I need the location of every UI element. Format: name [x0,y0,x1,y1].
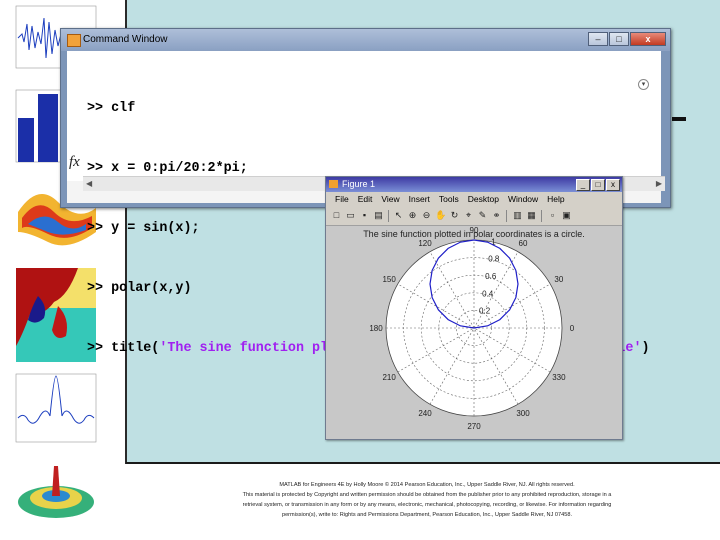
command-window-title: Command Window [83,34,168,45]
prompt: >> [87,341,104,356]
footer-line: MATLAB for Engineers 4E by Holly Moore ©… [279,482,575,488]
figure-menubar: File Edit View Insert Tools Desktop Window Help [326,192,622,207]
datacursor-icon[interactable]: ⌖ [463,210,474,221]
copyright-footer: MATLAB for Engineers 4E by Holly Moore ©… [193,480,661,520]
maximize-button[interactable]: □ [609,32,629,46]
zoom-in-icon[interactable]: ⊕ [407,210,418,221]
polar-angle-label: 300 [516,409,530,418]
figure-icon [329,180,338,188]
sinc-function-thumbnail [15,373,97,443]
print-icon[interactable]: ▤ [373,210,384,221]
menu-window[interactable]: Window [508,194,538,204]
command-code: polar(x,y) [111,281,192,296]
toolbar-separator [506,210,507,222]
command-code-suffix: ) [641,341,650,356]
polar-angle-label: 240 [418,409,432,418]
toolbar-separator [388,210,389,222]
close-button[interactable]: x [606,179,620,191]
prompt: >> [87,221,104,236]
scroll-right-icon[interactable]: ▶ [656,179,662,188]
footer-line: retrieval system, or transmission in any… [242,502,612,508]
title-underline-fragment [672,117,686,121]
command-line: >> clf [87,99,650,119]
save-icon[interactable]: ▪ [359,210,370,221]
function-browser-icon[interactable]: fx [69,154,80,171]
maximize-button[interactable]: □ [591,179,605,191]
link-icon[interactable]: ⚭ [491,210,502,221]
hide-tools-icon[interactable]: ▫ [547,210,558,221]
show-tools-icon[interactable]: ▣ [561,210,572,221]
polar-angle-label: 270 [467,422,481,431]
menu-file[interactable]: File [335,194,349,204]
polar-angle-label: 30 [554,275,563,284]
toolbar-separator [541,210,542,222]
pan-icon[interactable]: ✋ [435,210,446,221]
polar-angle-label: 150 [382,275,396,284]
menu-edit[interactable]: Edit [358,194,373,204]
polar-radial-label: 0.2 [479,307,491,316]
command-code: x = 0:pi/20:2*pi; [111,161,248,176]
brush-icon[interactable]: ✎ [477,210,488,221]
polar-radial-label: 0.8 [488,255,500,264]
command-window-body[interactable]: ▾ >> clf >> x = 0:pi/20:2*pi; >> y = sin… [67,51,661,356]
command-code: clf [111,101,136,116]
colorbar-icon[interactable]: ▥ [512,210,523,221]
prompt: >> [87,281,104,296]
prompt: >> [87,101,104,116]
menu-insert[interactable]: Insert [409,194,430,204]
polar-angle-label: 120 [418,239,432,248]
open-icon[interactable]: ▭ [345,210,356,221]
figure-canvas[interactable]: The sine function plotted in polar coord… [326,226,622,439]
figure-title: Figure 1 [342,179,376,189]
fractal-image-thumbnail [16,268,96,362]
footer-line: permission(s), write to: Rights and Perm… [281,512,573,518]
menu-view[interactable]: View [381,194,399,204]
command-code: y = sin(x); [111,221,200,236]
figure-toolbar: □ ▭ ▪ ▤ ↖ ⊕ ⊖ ✋ ↻ ⌖ ✎ ⚭ ▥ ▦ ▫ ▣ [326,207,622,226]
polar-angle-label: 180 [369,324,383,333]
menu-help[interactable]: Help [547,194,564,204]
matlab-icon [67,34,81,47]
3d-ripple-thumbnail [18,466,94,518]
polar-angle-label: 210 [382,373,396,382]
polar-angle-label: 90 [470,226,479,235]
command-code: title( [111,341,160,356]
polar-angle-label: 60 [519,239,528,248]
slide-divider-horizontal [126,462,720,464]
close-button[interactable]: x [630,32,666,46]
menu-desktop[interactable]: Desktop [468,194,499,204]
zoom-out-icon[interactable]: ⊖ [421,210,432,221]
figure-titlebar[interactable]: Figure 1 _ □ x [326,177,622,192]
figure-window: Figure 1 _ □ x File Edit View Insert Tools Desk… [325,176,623,440]
new-icon[interactable]: □ [331,210,342,221]
command-window-controls: – □ x [587,32,666,46]
legend-icon[interactable]: ▦ [526,210,537,221]
scroll-left-icon[interactable]: ◀ [86,179,92,188]
minimize-button[interactable]: _ [576,179,590,191]
polar-angle-label: 330 [552,373,566,382]
minimize-button[interactable]: – [588,32,608,46]
menu-tools[interactable]: Tools [439,194,459,204]
polar-radial-label: 0.4 [482,289,494,298]
command-window-titlebar[interactable]: Command Window – □ x [61,29,670,51]
rotate-icon[interactable]: ↻ [449,210,460,221]
polar-angle-label: 0 [570,324,575,333]
polar-plot: The sine function plotted in polar coord… [363,226,585,431]
arrow-icon[interactable]: ↖ [393,210,404,221]
footer-line: This material is protected by Copyright … [242,492,612,498]
polar-radial-label: 0.6 [485,272,497,281]
prompt: >> [87,161,104,176]
